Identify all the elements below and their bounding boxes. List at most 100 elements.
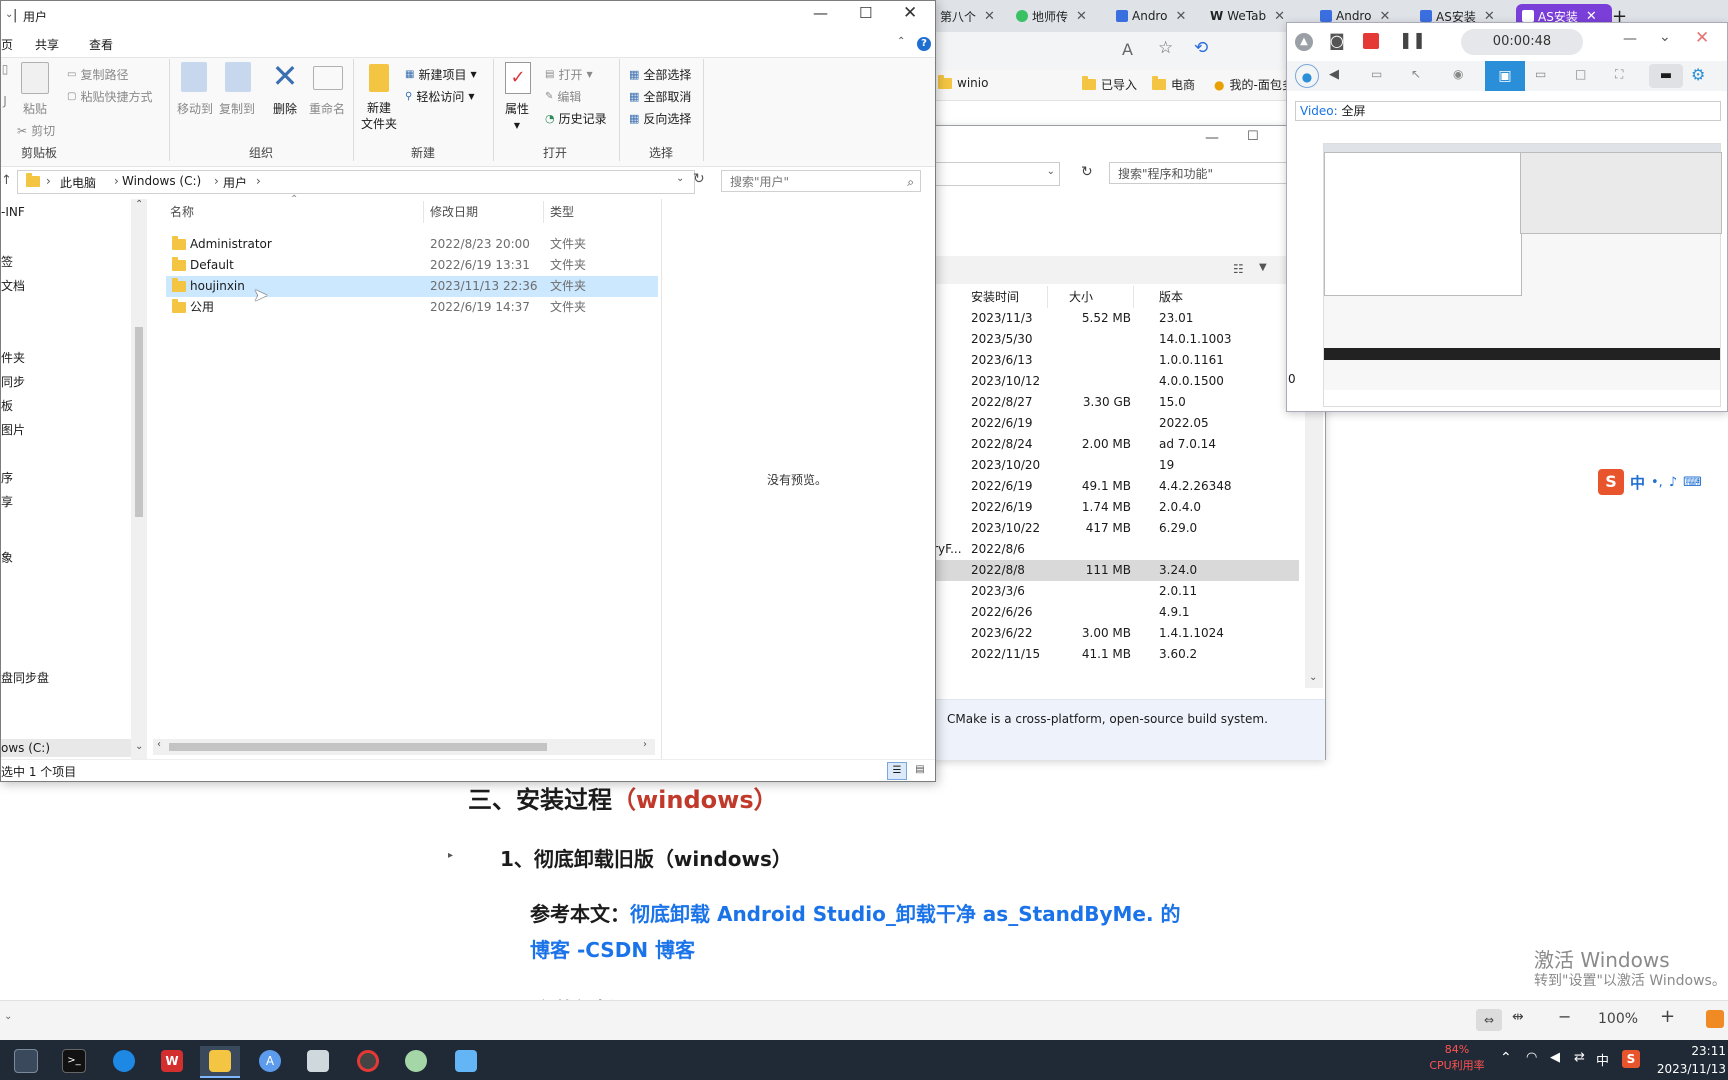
nav-item-drive[interactable]: ows (C:) (1, 741, 50, 755)
program-row[interactable]: 2023/5/30 14.0.1.1003 (921, 329, 1299, 350)
webcam-icon[interactable]: ◉ (1453, 67, 1463, 81)
ime-lang-toggle[interactable]: 中 (1630, 472, 1645, 493)
stop-record-button[interactable] (1363, 33, 1379, 49)
details-view-icon[interactable]: ☰ (887, 762, 907, 780)
programs-search-input[interactable]: 搜索"程序和功能"⌕ (1109, 162, 1309, 184)
speaker-icon[interactable]: ◀ (1329, 67, 1339, 82)
cursor-icon[interactable]: ↖ (1411, 67, 1421, 81)
ime-voice-icon[interactable]: ♪ (1669, 475, 1677, 490)
collapse-icon[interactable]: ▲ (1295, 33, 1313, 51)
new-item-button[interactable]: ▦ 新建项目 ▼ (405, 66, 477, 83)
rename-icon[interactable] (313, 66, 343, 90)
file-list-hscrollbar[interactable]: ‹ › (153, 739, 655, 755)
fit-width-icon[interactable]: ⇹ (1512, 1009, 1524, 1025)
taskbar-app-paint[interactable] (396, 1046, 436, 1076)
breadcrumb-item[interactable]: 用户 (223, 174, 247, 191)
breadcrumb-item[interactable]: 此电脑 (60, 174, 96, 191)
refresh-icon[interactable]: ⟲ (1194, 38, 1208, 58)
input-switch-icon[interactable]: ⇄ (1574, 1050, 1585, 1065)
chevron-up-icon[interactable]: ⌃ (135, 199, 143, 210)
microphone-icon[interactable]: ● (1295, 64, 1319, 88)
help-icon[interactable]: ? (917, 37, 931, 51)
clipboard-icon[interactable] (21, 62, 49, 94)
camera-icon[interactable]: ◙ (1329, 31, 1345, 50)
zoom-level[interactable]: 100% (1598, 1011, 1638, 1027)
close-icon[interactable]: ✕ (1076, 9, 1087, 24)
program-row[interactable]: 2023/11/3 5.52 MB 23.01 (921, 308, 1299, 329)
maximize-button[interactable]: ☐ (859, 4, 872, 22)
column-header-size[interactable]: 大小 (1069, 286, 1093, 308)
history-button[interactable]: ◔ 历史记录 (545, 110, 607, 127)
paste-button[interactable]: 粘贴 (19, 100, 51, 117)
clock[interactable]: 23:11 2023/11/13 (1650, 1042, 1726, 1078)
refresh-icon[interactable]: ↻ (1081, 164, 1093, 180)
network-icon[interactable]: ◠ (1526, 1050, 1537, 1065)
video-source-field[interactable]: Video: 全屏 (1295, 101, 1721, 121)
easy-access-button[interactable]: ⚲ 轻松访问 ▼ (405, 88, 475, 105)
open-button[interactable]: ▤ 打开 ▼ (545, 66, 593, 83)
properties-check-icon[interactable]: ✓ (505, 62, 531, 94)
layout-icon[interactable]: ⇔ (1476, 1009, 1502, 1031)
program-row[interactable]: 2023/6/22 3.00 MB 1.4.1.1024 (921, 623, 1299, 644)
scroll-thumb[interactable] (135, 327, 143, 517)
volume-icon[interactable]: ◀ (1550, 1050, 1560, 1065)
select-none-button[interactable]: ▦ 全部取消 (629, 88, 691, 105)
ime-indicator[interactable]: 中 (1596, 1050, 1609, 1069)
tab-view[interactable]: 查看 (89, 36, 113, 53)
sogou-logo-icon[interactable]: S (1598, 469, 1624, 495)
program-row[interactable]: 2022/6/26 4.9.1 (921, 602, 1299, 623)
move-to-button[interactable]: 移动到 (175, 100, 215, 117)
file-row[interactable]: 公用 2022/6/19 14:37 文件夹 (166, 297, 658, 318)
folder-icon[interactable]: ▬ (1649, 64, 1683, 88)
expand-icon[interactable]: ⛶ (1615, 67, 1623, 82)
breadcrumb-item[interactable]: Windows (C:) (122, 174, 201, 188)
copy-to-icon[interactable] (225, 62, 251, 92)
taskbar-app-explorer[interactable] (200, 1046, 240, 1078)
breadcrumb[interactable]: › 此电脑 › Windows (C:) › 用户 › ⌄ (17, 170, 695, 194)
favorite-item[interactable]: 已导入 (1082, 76, 1137, 93)
window-mode-icon[interactable]: ▭ (1535, 67, 1546, 81)
maximize-button[interactable]: ☐ (1247, 129, 1259, 144)
close-icon[interactable]: ✕ (1274, 9, 1285, 24)
reference-link[interactable]: 彻底卸载 Android Studio_卸载干净 as_StandByMe. 的 (630, 902, 1181, 926)
chevron-down-icon[interactable]: ⌄ (1659, 29, 1671, 45)
chevron-down-icon[interactable]: ⌄ (1309, 672, 1317, 683)
reference-link[interactable]: 博客 -CSDN 博客 (530, 938, 695, 962)
nav-item[interactable]: 图片 (1, 421, 25, 438)
close-button[interactable]: ✕ (1695, 28, 1709, 48)
chevron-down-icon[interactable]: ⌄ (676, 173, 684, 184)
nav-item[interactable]: 象 (1, 549, 13, 566)
close-button[interactable]: ✕ (903, 3, 917, 23)
program-row[interactable]: etryF... 2022/8/6 (921, 539, 1299, 560)
chevron-down-icon[interactable]: ▼ (1259, 262, 1267, 273)
file-row[interactable]: Administrator 2022/8/23 20:00 文件夹 (166, 234, 658, 255)
favorite-item[interactable]: winio (938, 74, 988, 90)
nav-item[interactable]: 盘同步盘 (1, 669, 49, 686)
cut-button[interactable]: ✂ 剪切 (17, 122, 55, 139)
favorite-item[interactable]: ● 我的-面包多 (1214, 76, 1294, 93)
program-row[interactable]: 2023/3/6 2.0.11 (921, 581, 1299, 602)
nav-item[interactable]: -INF (1, 205, 25, 219)
program-row[interactable]: 2022/6/19 49.1 MB 4.4.2.26348 (921, 476, 1299, 497)
sogou-tray-icon[interactable]: S (1622, 1050, 1640, 1068)
select-all-button[interactable]: ▦ 全部选择 (629, 66, 691, 83)
program-row[interactable]: 2022/8/27 3.30 GB 15.0 (921, 392, 1299, 413)
edit-button[interactable]: ✎ 编辑 (545, 88, 581, 105)
taskbar-app-desktop[interactable] (6, 1046, 46, 1076)
large-icons-view-icon[interactable]: ▤ (911, 762, 929, 778)
chevron-down-icon[interactable]: ⌄ (4, 1011, 12, 1022)
browser-tab[interactable]: 第八个 ✕ (940, 4, 1020, 28)
chevron-right-icon[interactable]: › (643, 739, 647, 750)
nav-item[interactable]: 板 (1, 397, 13, 414)
program-row[interactable]: 2023/10/12 4.0.0.1500 (921, 371, 1299, 392)
browser-tab[interactable]: 地师传 ✕ (1016, 4, 1102, 28)
program-row[interactable]: 2023/10/20 19 (921, 455, 1299, 476)
settings-gear-icon[interactable]: ⚙ (1691, 65, 1705, 84)
column-header-type[interactable]: 类型 (550, 201, 574, 223)
rename-button[interactable]: 重命名 (307, 100, 347, 117)
fullscreen-mode-button[interactable]: ▣ (1485, 61, 1525, 91)
taskbar-app-wps[interactable]: W (152, 1046, 192, 1076)
zoom-out-button[interactable]: − (1558, 1007, 1571, 1026)
address-dropdown[interactable]: ⌄ (921, 162, 1060, 186)
program-row[interactable]: 2022/8/24 2.00 MB ad 7.0.14 (921, 434, 1299, 455)
